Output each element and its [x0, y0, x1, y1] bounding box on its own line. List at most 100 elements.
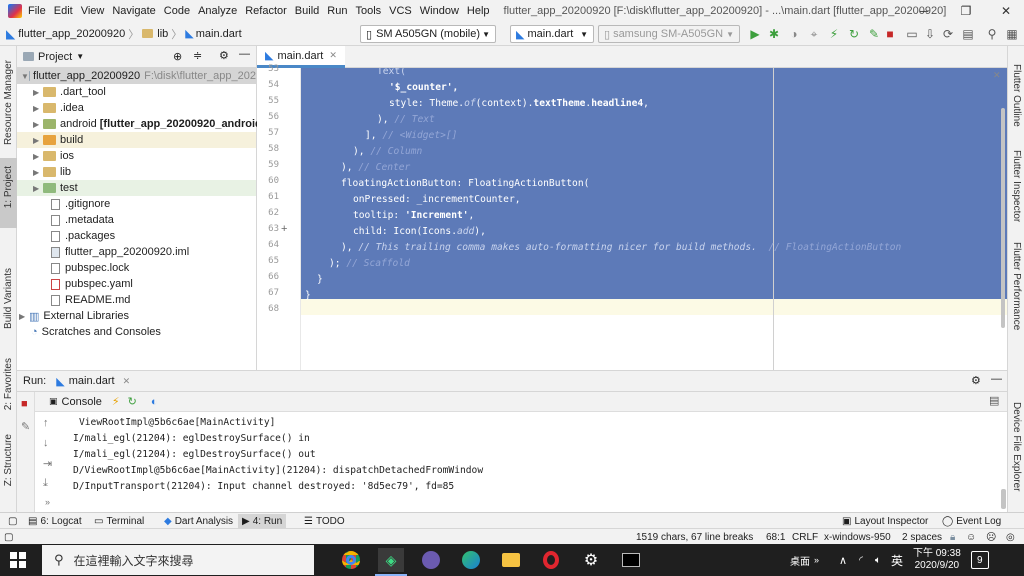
coverage-icon[interactable]: ⌖ [806, 26, 822, 42]
soft-wrap-icon[interactable]: ⇥ [43, 457, 52, 470]
menu-window[interactable]: Window [420, 5, 459, 17]
tree-item-metadata[interactable]: .metadata [51, 212, 114, 228]
cmd-icon[interactable] [618, 548, 644, 572]
notification-icon[interactable]: ◎ [1006, 530, 1015, 544]
desktop-toolbar[interactable]: 桌面 [790, 553, 810, 568]
tab-logcat[interactable]: ▤ 6: Logcat [24, 514, 86, 528]
tree-item-external-libraries[interactable]: ▶ ▥ External Libraries [19, 308, 129, 324]
volume-icon[interactable]: 🔈︎ [875, 555, 881, 566]
tree-item-packages[interactable]: .packages [51, 228, 115, 244]
hot-reload-icon[interactable]: ⚡ [826, 26, 842, 42]
project-tab[interactable]: 1: Project [3, 166, 14, 208]
menu-file[interactable]: File [28, 5, 46, 17]
tree-root[interactable]: ▼ flutter_app_20200920 F:\disk\flutter_a… [17, 68, 256, 84]
flutter-performance-tab[interactable]: Flutter Performance [1011, 242, 1022, 330]
avd-manager-icon[interactable]: ▭ [904, 26, 920, 42]
close-tab-icon[interactable]: ✕ [123, 376, 131, 387]
flutter-outline-tab[interactable]: Flutter Outline [1011, 64, 1022, 127]
tree-item-lib[interactable]: ▶ lib [33, 164, 71, 180]
hot-restart-icon[interactable]: ↻ [128, 395, 137, 408]
file-explorer-icon[interactable] [498, 548, 524, 572]
sdk-manager-icon[interactable]: ⇩ [922, 26, 938, 42]
hot-reload-icon[interactable]: ⚡ [112, 395, 120, 408]
menu-run[interactable]: Run [327, 5, 347, 17]
tree-item-dart-tool[interactable]: ▶. dart_tool [33, 84, 106, 100]
device-selector[interactable]: ▯ SM A505GN (mobile) ▼ [360, 25, 496, 43]
arrow-down-icon[interactable]: ↓ [43, 437, 49, 449]
more-icon[interactable]: ▦ [1004, 26, 1020, 42]
menu-code[interactable]: Code [164, 5, 190, 17]
clock[interactable]: 下午 09:38 2020/9/20 [913, 548, 961, 572]
tab-todo[interactable]: ☰ TODO [300, 514, 349, 528]
tree-item-build[interactable]: ▶ build [17, 132, 256, 148]
tree-item-android[interactable]: ▶ android [flutter_app_20200920_android] [33, 116, 265, 132]
opera-icon[interactable] [538, 548, 564, 572]
menu-build[interactable]: Build [295, 5, 319, 17]
menu-view[interactable]: View [81, 5, 105, 17]
flutter-inspector-tab[interactable]: Flutter Inspector [1011, 150, 1022, 222]
taskbar-search-input[interactable]: ⚲ 在這裡輸入文字來搜尋 [42, 545, 314, 575]
menu-help[interactable]: Help [467, 5, 490, 17]
run-icon[interactable]: ▶ [747, 26, 763, 42]
lock-icon[interactable]: 🔒︎ [950, 530, 955, 544]
resource-manager-tab[interactable]: Resource Manager [3, 60, 14, 145]
sad-face-icon[interactable]: ☹ [986, 530, 996, 544]
tree-item-gitignore[interactable]: .gitignore [51, 196, 110, 212]
locate-icon[interactable]: ⊕ [173, 50, 182, 63]
tree-item-test[interactable]: ▶ test [17, 180, 256, 196]
windows-start-icon[interactable] [10, 552, 26, 568]
gear-icon[interactable]: ⚙ [971, 374, 981, 387]
ime-indicator[interactable]: 英 [891, 552, 903, 569]
hide-icon[interactable]: — [991, 373, 1002, 385]
menu-vcs[interactable]: VCS [389, 5, 412, 17]
network-icon[interactable]: ◜ [859, 555, 863, 566]
happy-face-icon[interactable]: ☺ [966, 530, 976, 544]
tab-dart-analysis[interactable]: ◆ Dart Analysis [160, 514, 237, 528]
menu-tools[interactable]: Tools [355, 5, 381, 17]
tree-item-pubspec-lock[interactable]: pubspec.lock [51, 260, 129, 276]
restore-icon[interactable]: ❐ [946, 0, 986, 22]
edge-icon[interactable] [458, 548, 484, 572]
tab-terminal[interactable]: ▭ Terminal [90, 514, 148, 528]
close-icon[interactable]: ✕ [986, 0, 1024, 22]
tree-item-iml[interactable]: flutter_app_20200920.iml [51, 244, 189, 260]
more-icon[interactable]: » [45, 497, 50, 507]
search-icon[interactable]: ⚲ [984, 26, 1000, 42]
attach-debugger-icon[interactable]: ✎ [866, 26, 882, 42]
terminal-app-icon[interactable] [418, 548, 444, 572]
layout-icon[interactable]: ▤ [960, 26, 976, 42]
chevron-up-icon[interactable]: ∧ [839, 554, 847, 567]
hide-icon[interactable]: — [239, 48, 250, 60]
collapse-icon[interactable]: ≑ [193, 49, 202, 62]
stop-icon[interactable]: ■ [21, 398, 28, 410]
build-variants-tab[interactable]: Build Variants [3, 268, 14, 329]
chevron-down-icon[interactable]: ▼ [76, 52, 84, 61]
arrow-up-icon[interactable]: ↑ [43, 417, 49, 429]
devtools-icon[interactable]: ◐ [151, 396, 158, 408]
run-config-selector[interactable]: ◣ main.dart ▼ [510, 25, 594, 43]
tab-layout-inspector[interactable]: ▣ Layout Inspector [838, 514, 932, 528]
settings-app-icon[interactable]: ⚙ [578, 548, 604, 572]
run-tab-main-dart[interactable]: main.dart [69, 375, 115, 387]
pin-icon[interactable]: ✎ [21, 420, 30, 433]
profile-icon[interactable]: ◑ [786, 26, 802, 42]
device-file-explorer-tab[interactable]: Device File Explorer [1011, 402, 1022, 491]
status-encoding[interactable]: x-windows-950 [824, 530, 891, 544]
menu-navigate[interactable]: Navigate [112, 5, 155, 17]
tree-item-ios[interactable]: ▶ ios [33, 148, 74, 164]
menu-refactor[interactable]: Refactor [245, 5, 287, 17]
debug-icon[interactable]: ✱ [766, 26, 782, 42]
android-studio-icon[interactable]: ◈ [378, 548, 404, 572]
breadcrumb-project[interactable]: flutter_app_20200920 [18, 28, 125, 40]
tree-item-readme[interactable]: README.md [51, 292, 130, 308]
favorites-tab[interactable]: 2: Favorites [3, 358, 14, 410]
layout-icon[interactable]: ▤ [989, 394, 999, 407]
sync-icon[interactable]: ⟳ [940, 26, 956, 42]
hot-restart-icon[interactable]: ↻ [846, 26, 862, 42]
project-view-label[interactable]: Project [38, 51, 72, 63]
chevron-down-icon[interactable]: » [814, 555, 819, 565]
breadcrumb-file[interactable]: main.dart [196, 28, 242, 40]
menu-edit[interactable]: Edit [54, 5, 73, 17]
console-scrollbar[interactable] [1001, 489, 1006, 509]
stop-icon[interactable]: ■ [882, 26, 898, 42]
